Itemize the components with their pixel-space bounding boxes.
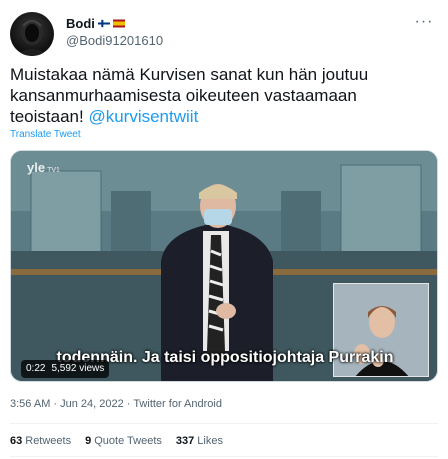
mention-link[interactable]: @kurvisentwiit [88,107,198,126]
quotes-count: 9 [85,435,92,447]
tweet-stats: 63 Retweets 9 Quote Tweets 337 Likes [10,435,223,447]
author-handle[interactable]: @Bodi91201610 [66,32,163,49]
likes-stat[interactable]: 337 Likes [176,435,223,447]
likes-label: Likes [197,435,223,447]
channel-logo-text: yle [27,160,46,175]
avatar[interactable] [10,12,54,56]
video-time: 0:22 [26,363,46,374]
video-info-badge: 0:22 5,592 views [21,360,110,378]
channel-suffix: TV1 [47,167,60,174]
more-options-icon[interactable]: ··· [414,14,434,32]
tweet-card: Bodi @Bodi91201610 ··· Muistakaa nämä Ku… [0,0,448,459]
likes-count: 337 [175,435,195,447]
translate-tweet-link[interactable]: Translate Tweet [10,129,81,140]
quote-tweets-stat[interactable]: 9 Quote Tweets [85,435,162,447]
video-player[interactable]: yle TV1 todennäin. Ja taisi oppositiojoht… [10,150,438,382]
retweets-count: 63 [10,435,23,447]
author-names: Bodi @Bodi91201610 [66,15,163,49]
divider [10,456,438,457]
tweet-timestamp[interactable]: 3:56 AM · Jun 24, 2022 · Twitter for And… [10,398,222,410]
finland-flag-icon [97,19,110,28]
display-name-text: Bodi [66,16,95,31]
author-display-name[interactable]: Bodi [66,15,163,32]
tweet-header: Bodi @Bodi91201610 ··· [10,12,438,56]
divider [10,423,438,424]
retweets-stat[interactable]: 63 Retweets [10,435,71,447]
tweet-text: Muistakaa nämä Kurvisen sanat kun hän jo… [10,64,430,127]
spain-flag-icon [112,19,125,28]
video-views: 5,592 views [51,363,105,374]
channel-logo: yle TV1 [27,160,60,175]
retweets-label: Retweets [25,435,72,447]
quotes-label: Quote Tweets [94,435,162,447]
